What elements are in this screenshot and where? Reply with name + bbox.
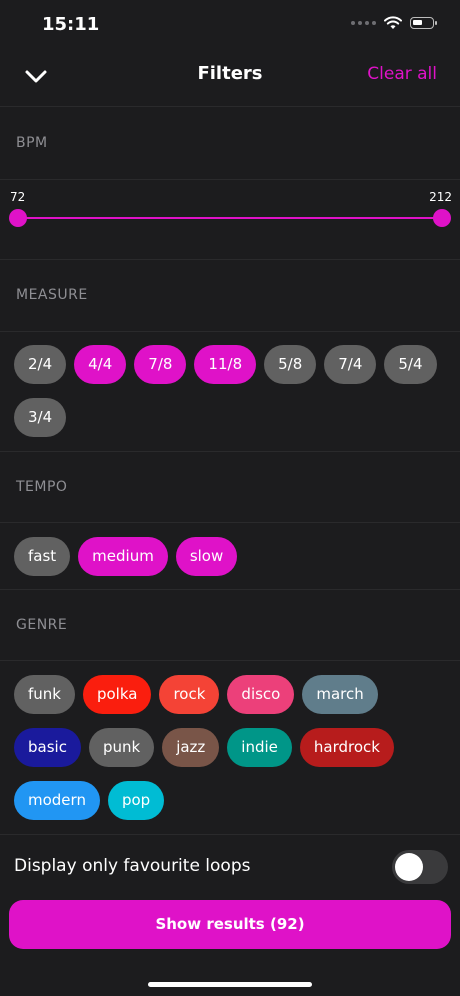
tempo-chip-medium[interactable]: medium: [78, 537, 168, 576]
divider: [0, 834, 460, 835]
genre-chip-hardrock[interactable]: hardrock: [299, 728, 394, 767]
bpm-label: BPM: [16, 135, 48, 151]
status-icons: [351, 16, 437, 30]
genre-chip-group: funk polka rock disco march basic punk jazz indi…: [14, 675, 446, 820]
tempo-chip-fast[interactable]: fast: [14, 537, 71, 576]
divider: [0, 522, 460, 523]
status-time: 15:11: [42, 14, 100, 35]
tempo-label: TEMPO: [16, 479, 68, 495]
measure-chip-2-4[interactable]: 2/4: [14, 345, 67, 384]
wifi-icon: [384, 16, 402, 29]
divider: [0, 589, 460, 590]
genre-chip-basic[interactable]: basic: [14, 728, 81, 767]
bpm-max-thumb[interactable]: [433, 209, 451, 227]
genre-label: GENRE: [16, 617, 68, 633]
toggle-knob: [395, 853, 423, 881]
divider: [0, 660, 460, 661]
bpm-max-value: 212: [429, 190, 452, 204]
genre-chip-march[interactable]: march: [302, 675, 378, 714]
bpm-min-value: 72: [10, 190, 26, 204]
measure-chip-5-4[interactable]: 5/4: [384, 345, 437, 384]
battery-icon: [410, 17, 437, 29]
genre-chip-indie[interactable]: indie: [227, 728, 292, 767]
divider: [0, 259, 460, 260]
bpm-slider-track[interactable]: [18, 217, 442, 219]
measure-chip-5-8[interactable]: 5/8: [264, 345, 317, 384]
measure-chip-3-4[interactable]: 3/4: [14, 398, 67, 437]
genre-chip-modern[interactable]: modern: [14, 781, 100, 820]
signal-icon: [351, 21, 376, 25]
divider: [0, 451, 460, 452]
tempo-chip-group: fast medium slow: [14, 537, 446, 576]
status-bar: 15:11: [0, 0, 460, 50]
genre-chip-funk[interactable]: funk: [14, 675, 75, 714]
measure-chip-4-4[interactable]: 4/4: [74, 345, 127, 384]
genre-chip-pop[interactable]: pop: [107, 781, 165, 820]
genre-chip-punk[interactable]: punk: [88, 728, 155, 767]
measure-chip-7-4[interactable]: 7/4: [324, 345, 377, 384]
genre-chip-rock[interactable]: rock: [159, 675, 220, 714]
bpm-min-thumb[interactable]: [9, 209, 27, 227]
measure-chip-7-8[interactable]: 7/8: [134, 345, 187, 384]
genre-chip-polka[interactable]: polka: [82, 675, 152, 714]
favourites-toggle[interactable]: [392, 850, 448, 884]
bpm-slider[interactable]: 72 212: [0, 180, 460, 260]
show-results-button[interactable]: Show results (92): [9, 900, 451, 949]
measure-label: MEASURE: [16, 287, 88, 303]
home-indicator: [148, 982, 312, 987]
genre-chip-disco[interactable]: disco: [227, 675, 295, 714]
favourites-row: Display only favourite loops: [0, 836, 460, 898]
divider: [0, 331, 460, 332]
tempo-chip-slow[interactable]: slow: [175, 537, 238, 576]
favourites-label: Display only favourite loops: [14, 856, 251, 876]
header: Filters Clear all: [0, 50, 460, 107]
genre-chip-jazz[interactable]: jazz: [162, 728, 220, 767]
measure-chip-group: 2/4 4/4 7/8 11/8 5/8 7/4 5/4 3/4: [14, 345, 446, 437]
clear-all-button[interactable]: Clear all: [367, 64, 437, 84]
measure-chip-11-8[interactable]: 11/8: [194, 345, 257, 384]
